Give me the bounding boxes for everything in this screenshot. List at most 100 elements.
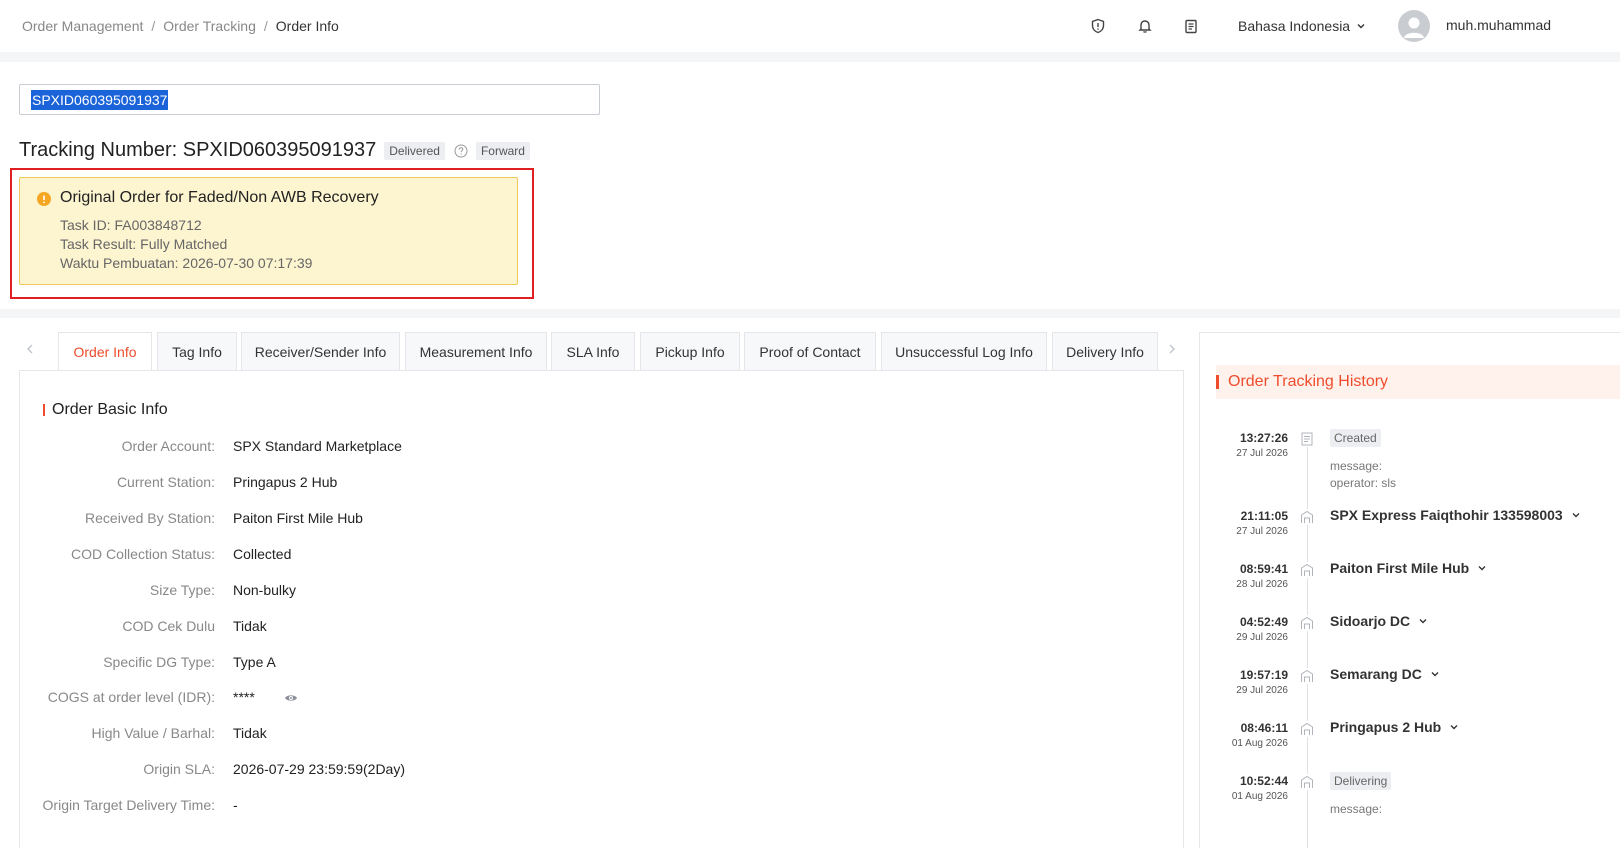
chevron-down-icon bbox=[1572, 513, 1580, 518]
help-icon[interactable] bbox=[454, 144, 468, 158]
field-label: Size Type: bbox=[149, 582, 215, 598]
chevron-down-icon bbox=[1419, 619, 1427, 624]
timeline-location[interactable]: Paiton First Mile Hub bbox=[1330, 560, 1487, 576]
tracking-number-heading: Tracking Number: SPXID060395091937 Deliv… bbox=[19, 139, 530, 162]
tab-proof-of-contact[interactable]: Proof of Contact bbox=[744, 332, 876, 370]
status-badge: Created bbox=[1330, 429, 1381, 447]
location-label: Pringapus 2 Hub bbox=[1330, 719, 1442, 735]
tracking-history-card: Order Tracking History 13:27:26 27 Jul 2… bbox=[1199, 332, 1620, 848]
clipboard-icon[interactable] bbox=[1181, 16, 1201, 36]
alert-task-result: Task Result: Fully Matched bbox=[60, 236, 228, 252]
warning-icon bbox=[37, 192, 51, 209]
tab-measurement-info[interactable]: Measurement Info bbox=[405, 332, 547, 370]
field-row: High Value / Barhal: Tidak bbox=[20, 725, 1180, 745]
avatar[interactable] bbox=[1398, 10, 1430, 42]
field-value: Non-bulky bbox=[233, 582, 297, 598]
timeline-time: 10:52:44 bbox=[1239, 774, 1288, 788]
history-header: Order Tracking History bbox=[1216, 365, 1620, 399]
language-label: Bahasa Indonesia bbox=[1238, 18, 1351, 34]
alert-created-time: Waktu Pembuatan: 2026-07-30 07:17:39 bbox=[60, 255, 313, 271]
timeline-message: message: bbox=[1330, 459, 1383, 473]
breadcrumb-order-tracking[interactable]: Order Tracking bbox=[163, 18, 256, 34]
status-badge: Delivered bbox=[384, 141, 445, 160]
tab-delivery-info[interactable]: Delivery Info bbox=[1052, 332, 1158, 370]
timeline-time: 19:57:19 bbox=[1239, 668, 1288, 682]
timeline-date: 29 Jul 2026 bbox=[1236, 685, 1288, 696]
location-label: Semarang DC bbox=[1330, 666, 1422, 682]
direction-badge: Forward bbox=[475, 141, 530, 160]
field-row: COGS at order level (IDR): **** bbox=[20, 689, 1180, 709]
field-label: Origin SLA: bbox=[143, 761, 215, 777]
field-value: Pringapus 2 Hub bbox=[233, 474, 338, 490]
section-accent-bar bbox=[43, 404, 45, 416]
timeline-date: 27 Jul 2026 bbox=[1236, 448, 1288, 459]
language-selector[interactable]: Bahasa Indonesia bbox=[1238, 18, 1366, 34]
timeline-operator: operator: sls bbox=[1330, 476, 1397, 490]
timeline-location[interactable]: Semarang DC bbox=[1330, 666, 1440, 682]
timeline-location[interactable]: Sidoarjo DC bbox=[1330, 613, 1428, 629]
breadcrumb-separator: / bbox=[151, 18, 156, 34]
section-title: Order Basic Info bbox=[52, 401, 168, 418]
shield-icon[interactable] bbox=[1088, 16, 1108, 36]
field-value: Tidak bbox=[233, 618, 267, 634]
order-details-panel: Order Info Tag Info Receiver/Sender Info… bbox=[0, 318, 1620, 848]
field-row: Received By Station: Paiton First Mile H… bbox=[20, 510, 1180, 530]
timeline-date: 01 Aug 2026 bbox=[1231, 738, 1288, 749]
section-heading: Order Basic Info bbox=[43, 401, 168, 419]
timeline-time: 08:46:11 bbox=[1240, 721, 1288, 735]
field-label: COD Collection Status: bbox=[71, 546, 215, 562]
status-badge: Delivering bbox=[1330, 772, 1392, 790]
recovery-alert: Original Order for Faded/Non AWB Recover… bbox=[19, 177, 518, 285]
chevron-down-icon bbox=[1478, 566, 1486, 571]
field-value: **** bbox=[233, 689, 255, 705]
field-row: Origin Target Delivery Time: - bbox=[20, 797, 1180, 817]
chevron-down-icon bbox=[1431, 672, 1439, 677]
tracking-panel: SPXID060395091937 Tracking Number: SPXID… bbox=[0, 62, 1620, 309]
top-header: Order Management / Order Tracking / Orde… bbox=[0, 0, 1620, 52]
breadcrumb-order-info: Order Info bbox=[275, 18, 339, 34]
field-value: SPX Standard Marketplace bbox=[233, 438, 402, 454]
tab-sla-info[interactable]: SLA Info bbox=[551, 332, 635, 370]
field-row: Current Station: Pringapus 2 Hub bbox=[20, 474, 1180, 494]
search-input-value: SPXID060395091937 bbox=[31, 90, 169, 110]
breadcrumb-order-management[interactable]: Order Management bbox=[22, 18, 143, 34]
warehouse-icon bbox=[1300, 774, 1314, 790]
warehouse-icon bbox=[1300, 668, 1314, 684]
page-title: Tracking Number: SPXID060395091937 bbox=[19, 139, 377, 161]
field-value: Tidak bbox=[233, 725, 267, 741]
chevron-right-icon[interactable] bbox=[1167, 342, 1177, 358]
timeline-time: 21:11:05 bbox=[1240, 509, 1288, 523]
document-icon bbox=[1300, 431, 1314, 447]
timeline-time: 08:59:41 bbox=[1239, 562, 1288, 576]
tabs-bar: Order Info Tag Info Receiver/Sender Info… bbox=[19, 332, 1184, 371]
timeline-location[interactable]: Pringapus 2 Hub bbox=[1330, 719, 1459, 735]
tracking-search-input[interactable]: SPXID060395091937 bbox=[19, 84, 600, 115]
tab-tag-info[interactable]: Tag Info bbox=[157, 332, 237, 370]
location-label: Sidoarjo DC bbox=[1330, 613, 1411, 629]
username[interactable]: muh.muhammad bbox=[1446, 17, 1551, 33]
field-label: Order Account: bbox=[121, 438, 215, 454]
timeline-message: message: bbox=[1330, 802, 1383, 816]
tab-unsuccessful-log-info[interactable]: Unsuccessful Log Info bbox=[881, 332, 1047, 370]
bell-icon[interactable] bbox=[1135, 16, 1155, 36]
field-label: COD Cek Dulu bbox=[122, 618, 215, 634]
location-label: Paiton First Mile Hub bbox=[1330, 560, 1470, 576]
timeline-location[interactable]: SPX Express Faiqthohir 133598003 bbox=[1330, 507, 1581, 523]
field-value: Collected bbox=[233, 546, 292, 562]
field-label: Current Station: bbox=[116, 474, 215, 490]
tab-pickup-info[interactable]: Pickup Info bbox=[640, 332, 740, 370]
field-row: COD Cek Dulu Tidak bbox=[20, 618, 1180, 638]
field-row: COD Collection Status: Collected bbox=[20, 546, 1180, 566]
field-row: Specific DG Type: Type A bbox=[20, 654, 1180, 674]
timeline-date: 27 Jul 2026 bbox=[1236, 526, 1288, 537]
timeline-date: 01 Aug 2026 bbox=[1231, 791, 1288, 802]
section-accent-bar bbox=[1216, 375, 1219, 389]
field-row: Order Account: SPX Standard Marketplace bbox=[20, 438, 1180, 458]
warehouse-icon bbox=[1300, 562, 1314, 578]
tab-order-info[interactable]: Order Info bbox=[58, 332, 152, 371]
chevron-left-icon[interactable] bbox=[25, 342, 35, 358]
tab-receiver-sender-info[interactable]: Receiver/Sender Info bbox=[241, 332, 400, 370]
eye-icon[interactable] bbox=[284, 691, 298, 707]
field-row: Size Type: Non-bulky bbox=[20, 582, 1180, 602]
timeline-date: 29 Jul 2026 bbox=[1236, 632, 1288, 643]
